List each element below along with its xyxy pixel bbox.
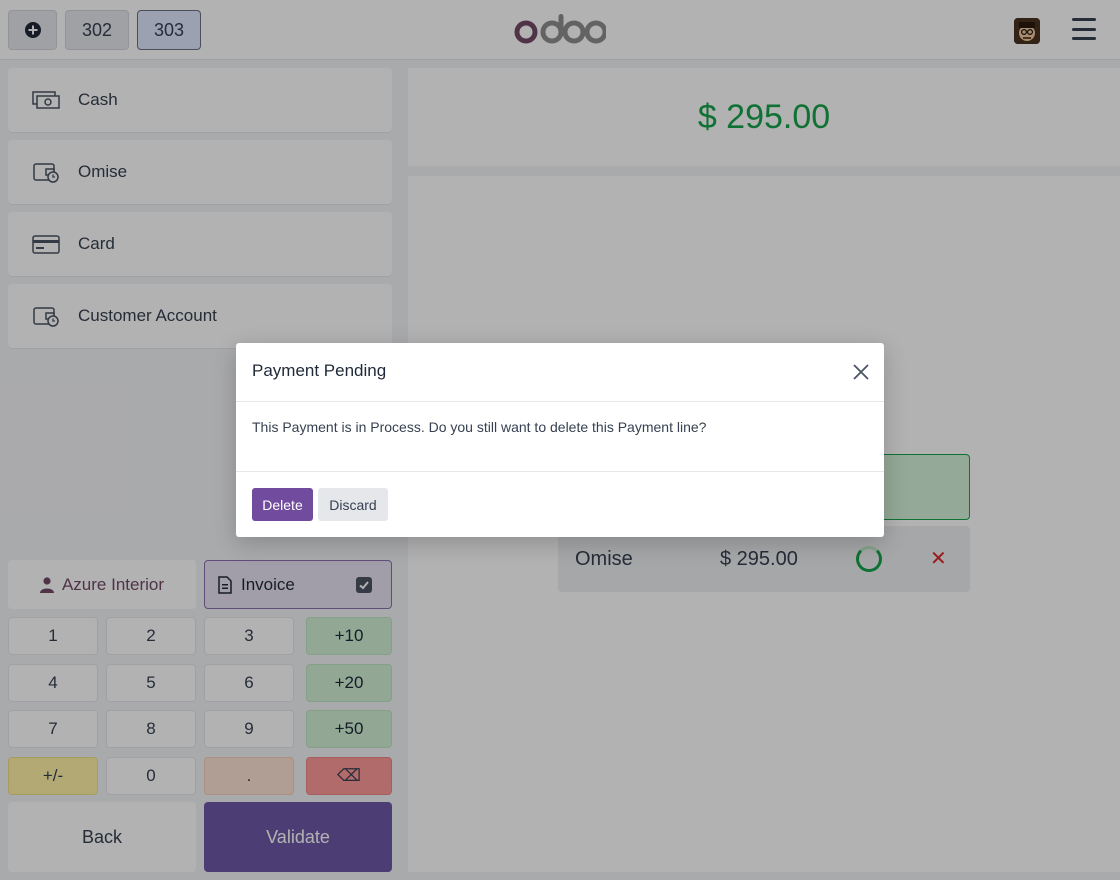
dialog-body: This Payment is in Process. Do you still… — [236, 402, 884, 472]
dialog-header: Payment Pending — [236, 343, 884, 402]
dialog-message: This Payment is in Process. Do you still… — [252, 419, 707, 435]
dialog-footer: Delete Discard — [236, 472, 884, 536]
delete-button[interactable]: Delete — [252, 488, 313, 521]
close-icon[interactable] — [852, 363, 870, 381]
discard-button[interactable]: Discard — [318, 488, 388, 521]
payment-pending-dialog: Payment Pending This Payment is in Proce… — [236, 343, 884, 537]
dialog-title: Payment Pending — [252, 361, 387, 380]
